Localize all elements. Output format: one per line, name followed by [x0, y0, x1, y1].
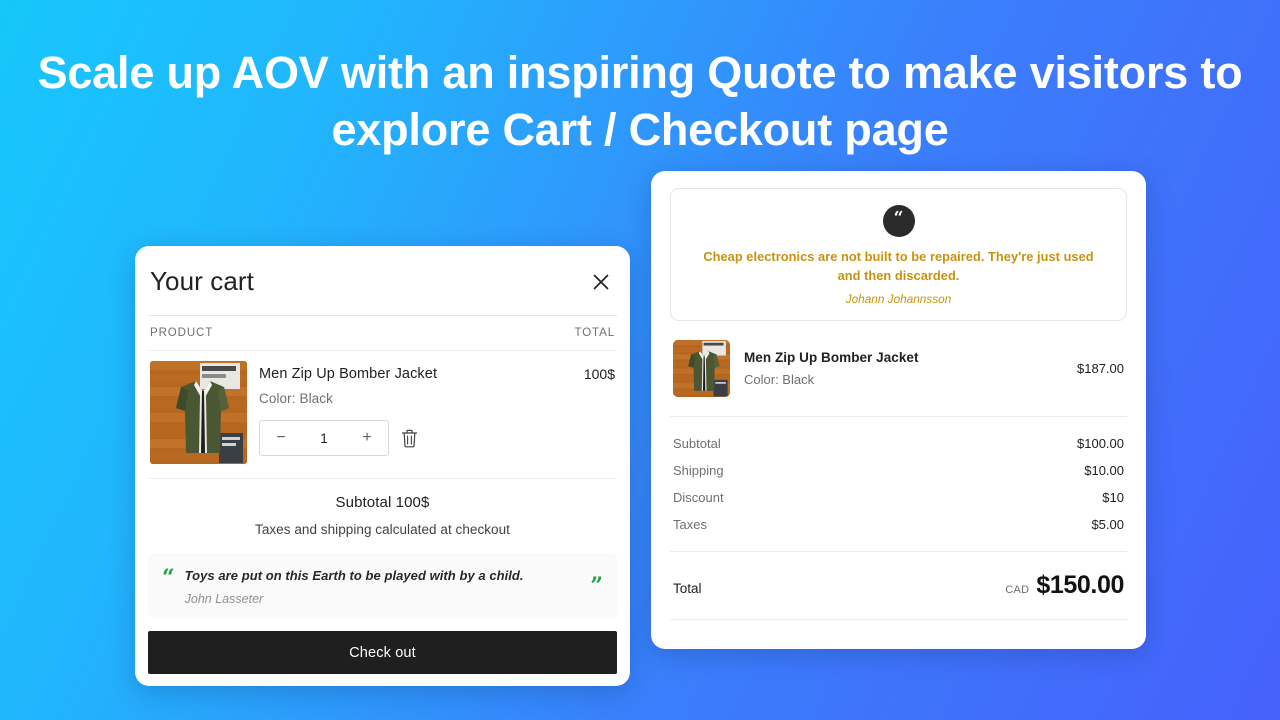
total-row-value: $5.00	[1091, 517, 1124, 532]
cart-quote-body: Toys are put on this Earth to be played …	[185, 567, 581, 606]
checkout-summary: “ Cheap electronics are not built to be …	[651, 171, 1146, 649]
totals-list: Subtotal $100.00 Shipping $10.00 Discoun…	[670, 417, 1127, 552]
checkout-quote-box: “ Cheap electronics are not built to be …	[670, 188, 1127, 321]
product-variant: Color: Black	[744, 372, 815, 387]
cart-title: Your cart	[150, 266, 254, 296]
grand-total-row: Total CAD $150.00	[670, 552, 1127, 620]
quantity-stepper[interactable]: − 1 +	[259, 420, 389, 456]
column-header-total: TOTAL	[574, 327, 615, 339]
headline-rest: with an inspiring Quote to make visitors…	[328, 47, 1243, 155]
total-row-label: Shipping	[673, 463, 724, 478]
product-thumbnail[interactable]	[673, 340, 730, 397]
line-item-total: 100$	[583, 366, 615, 382]
table-row: Shipping $10.00	[673, 457, 1124, 484]
total-row-label: Taxes	[673, 517, 707, 532]
product-thumbnail[interactable]	[150, 361, 247, 464]
total-row-value: $100.00	[1077, 436, 1124, 451]
quote-open-icon: “	[162, 565, 175, 591]
cart-line-item: Men Zip Up Bomber Jacket 100$ Color: Bla…	[148, 351, 617, 479]
cart-drawer: Your cart PRODUCT TOTAL Men Zip Up Bombe…	[135, 246, 630, 686]
cart-subtotal-note: Taxes and shipping calculated at checkou…	[255, 522, 510, 537]
total-row-value: $10	[1102, 490, 1124, 505]
grand-total-amount: $150.00	[1036, 571, 1124, 599]
grand-total-right: CAD $150.00	[1005, 571, 1124, 600]
table-row: Taxes $5.00	[673, 511, 1124, 538]
total-row-value: $10.00	[1084, 463, 1124, 478]
quantity-value[interactable]: 1	[302, 431, 346, 446]
product-variant: Color: Black	[259, 391, 333, 406]
trash-icon[interactable]	[401, 427, 421, 449]
decrement-button[interactable]: −	[260, 421, 302, 455]
checkout-line-body: Men Zip Up Bomber Jacket Color: Black	[744, 350, 1063, 387]
page-title: Scale up AOV with an inspiring Quote to …	[0, 44, 1280, 158]
currency-code: CAD	[1005, 584, 1030, 596]
headline-accent: Scale up AOV	[37, 47, 329, 98]
checkout-quote-author: Johann Johannsson	[845, 292, 952, 306]
checkout-line-item: Men Zip Up Bomber Jacket Color: Black $1…	[670, 321, 1127, 417]
promo-banner: Scale up AOV with an inspiring Quote to …	[0, 0, 1280, 720]
total-row-label: Discount	[673, 490, 724, 505]
cart-quote-box: “ Toys are put on this Earth to be playe…	[148, 553, 617, 618]
product-name[interactable]: Men Zip Up Bomber Jacket	[259, 366, 437, 382]
table-row: Discount $10	[673, 484, 1124, 511]
column-header-product: PRODUCT	[150, 327, 214, 339]
cart-quote-author: John Lasseter	[184, 592, 264, 606]
increment-button[interactable]: +	[346, 421, 388, 455]
line-item-price: $187.00	[1077, 361, 1124, 376]
cart-line-body: Men Zip Up Bomber Jacket 100$ Color: Bla…	[259, 361, 615, 464]
product-name: Men Zip Up Bomber Jacket	[744, 350, 919, 365]
cart-subtotal: Subtotal 100$	[335, 494, 430, 511]
total-row-label: Subtotal	[673, 436, 721, 451]
cart-subtotal-block: Subtotal 100$ Taxes and shipping calcula…	[148, 479, 617, 547]
quote-close-icon: ”	[590, 572, 603, 599]
checkout-button[interactable]: Check out	[148, 631, 617, 674]
quantity-row: − 1 +	[259, 420, 615, 456]
close-icon[interactable]	[587, 268, 615, 296]
grand-total-label: Total	[673, 581, 702, 596]
cart-column-headers: PRODUCT TOTAL	[148, 315, 617, 351]
cart-quote-text: Toys are put on this Earth to be played …	[184, 568, 524, 583]
table-row: Subtotal $100.00	[673, 430, 1124, 457]
checkout-quote-text: Cheap electronics are not built to be re…	[703, 249, 1094, 283]
quote-icon: “	[882, 205, 915, 237]
cart-header: Your cart	[148, 246, 617, 315]
